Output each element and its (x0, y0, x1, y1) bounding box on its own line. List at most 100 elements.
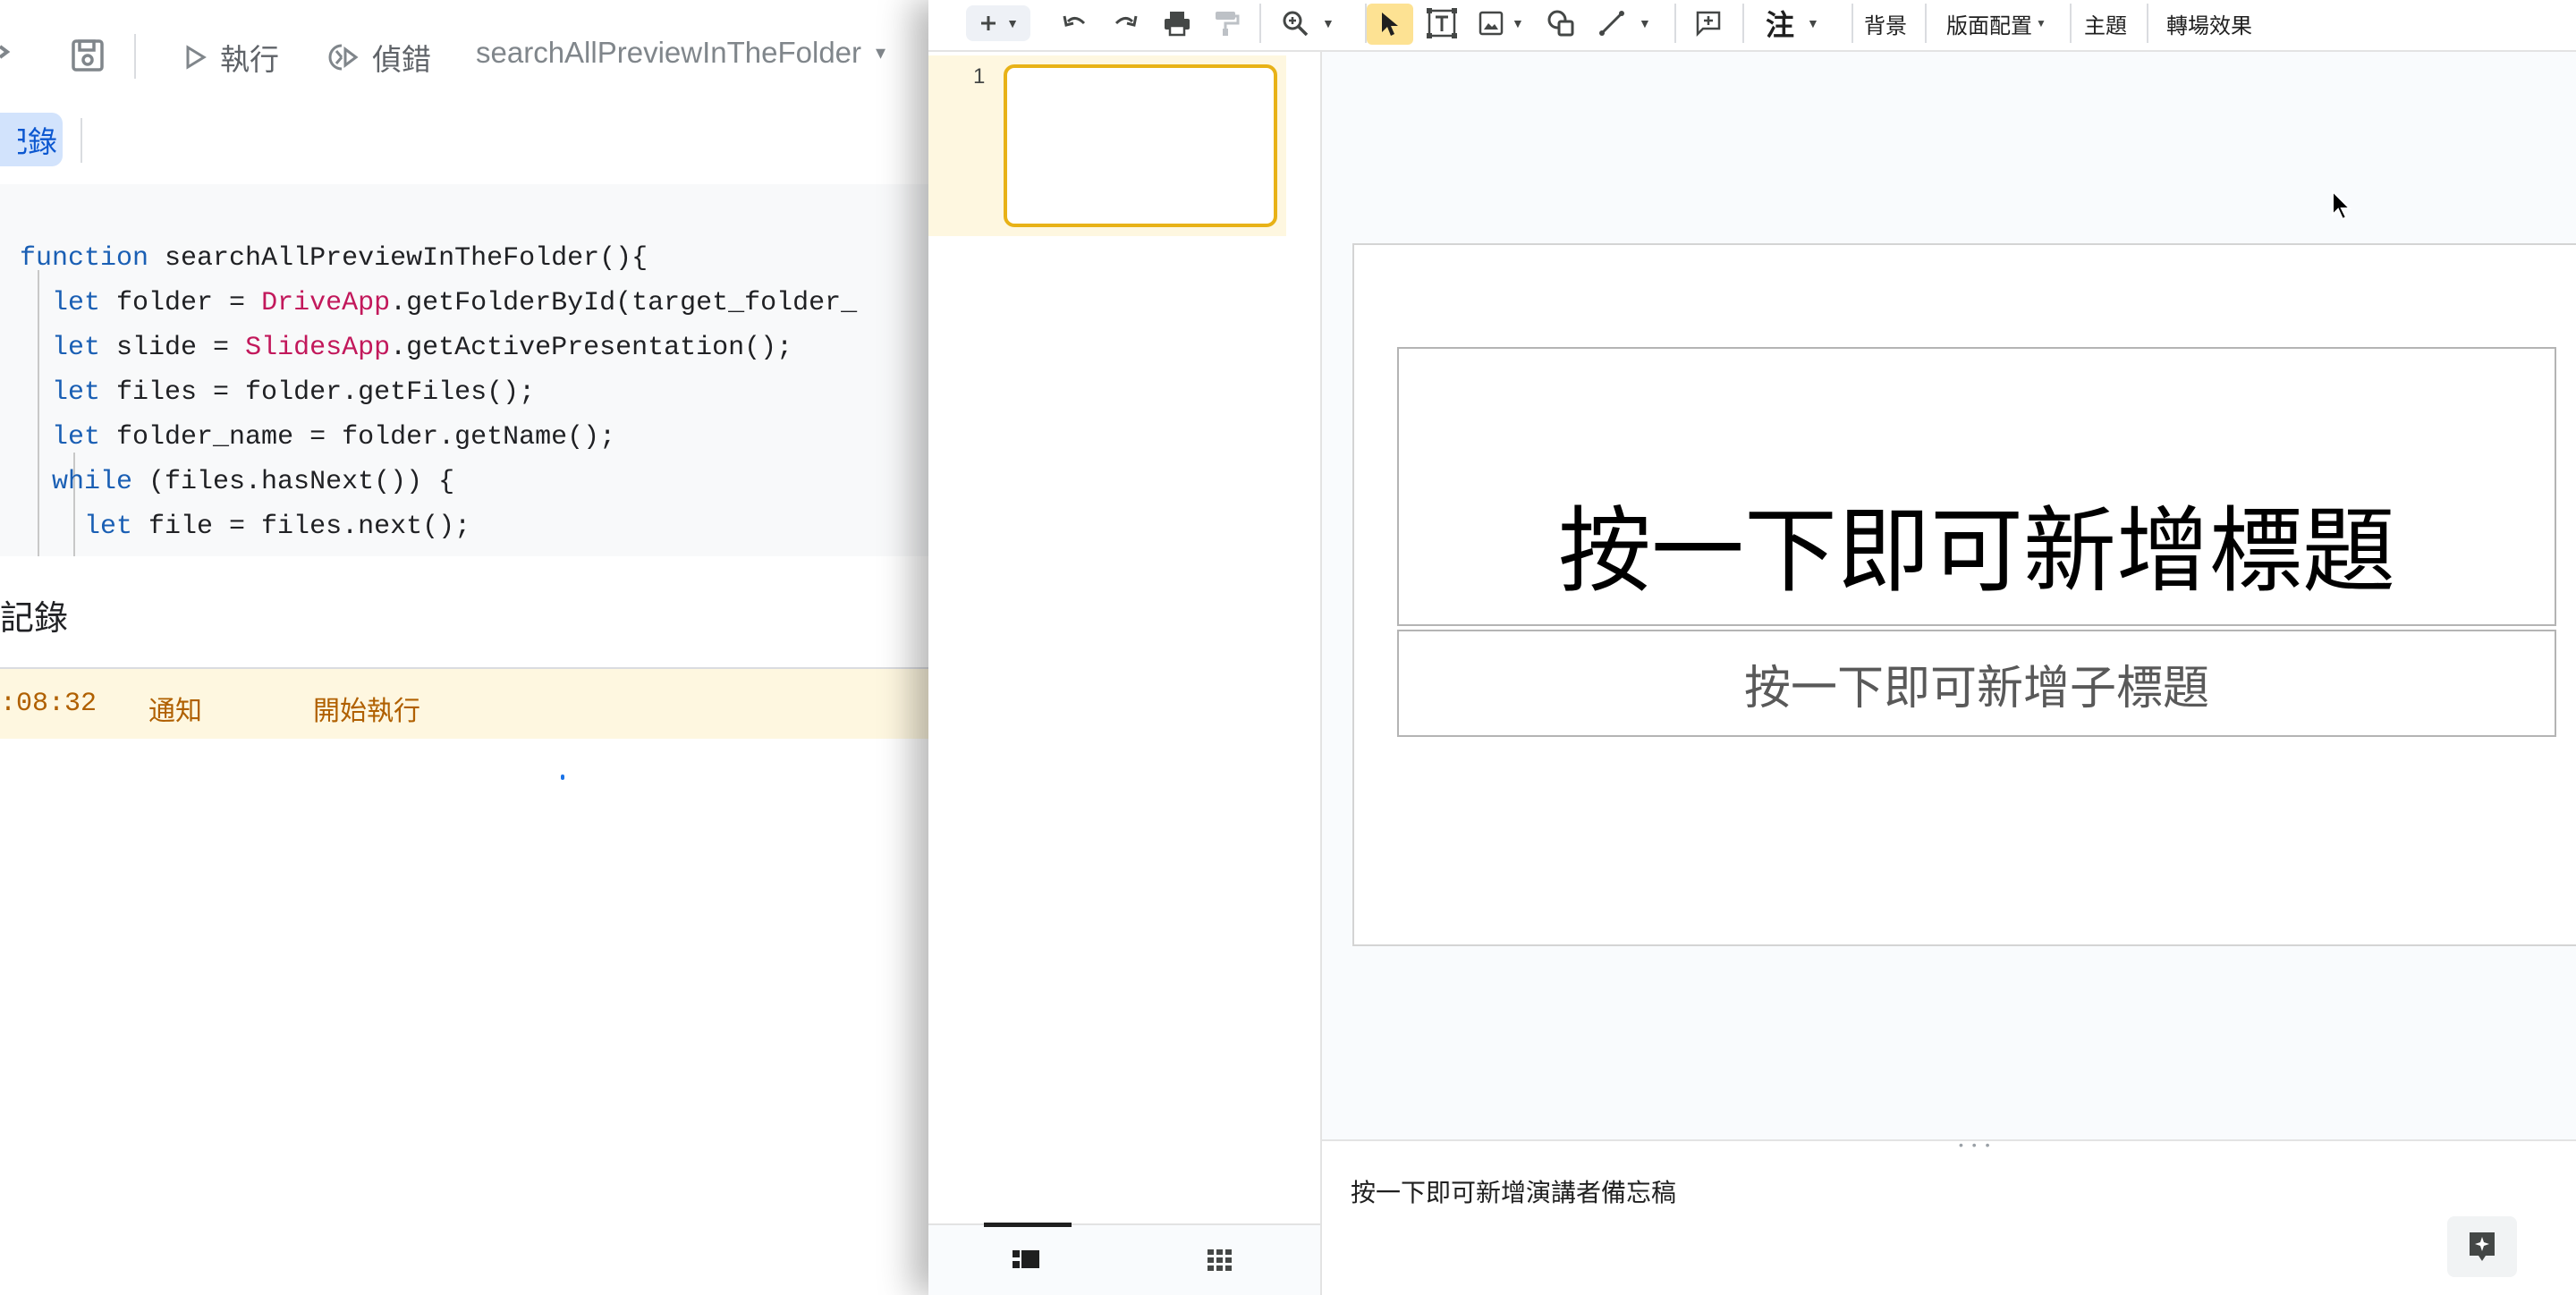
input-tools-label: 注 (1766, 9, 1795, 41)
notes-resize-handle[interactable]: • • • (1959, 1138, 2005, 1152)
print-icon (1165, 12, 1190, 37)
layout-button[interactable]: 版面配置 ▼ (1946, 5, 2046, 41)
apps-script-editor: 執行 偵錯 searchAllPreviewInTheFolder ▾ 記錄 f… (0, 0, 930, 1295)
run-label: 執行 (220, 43, 279, 76)
insert-image-tool[interactable]: ▼ (1478, 5, 1524, 41)
log-level: 通知 (148, 697, 202, 726)
code-line: while (files.hasNext()) { (52, 467, 455, 497)
slide-thumbnail[interactable] (1004, 64, 1277, 227)
select-tool[interactable] (1367, 4, 1413, 45)
execution-bar (0, 111, 930, 186)
redo-icon[interactable] (0, 39, 11, 66)
code-line: function searchAllPreviewInTheFolder(){ (20, 243, 648, 274)
function-select-value: searchAllPreviewInTheFolder (476, 36, 862, 69)
chevron-down-icon: ▼ (1512, 16, 1524, 30)
chevron-down-icon: ▼ (1639, 16, 1651, 30)
slide-filmstrip: 1 (928, 52, 1322, 1223)
code-line: let files = folder.getFiles(); (52, 377, 536, 408)
assistant-button[interactable] (2447, 1216, 2517, 1277)
shape-tool[interactable] (1546, 5, 1576, 41)
slide-canvas[interactable]: 按一下即可新增標題 按一下即可新增子標題 (1352, 243, 2576, 946)
view-tabs (928, 1223, 1322, 1295)
debug-label: 偵錯 (372, 43, 431, 76)
slides-toolbar: ▼ ▼ ▼ ▼ 注 ▼ 背景 版面配置 ▼ 主題 轉場效果 (928, 0, 2576, 52)
undo-button[interactable] (1061, 5, 1089, 41)
undo-icon (1063, 15, 1086, 27)
filmstrip-view-button[interactable] (1013, 1248, 1039, 1276)
theme-label: 主題 (2084, 13, 2127, 38)
toolbar-divider (80, 118, 82, 163)
add-comment-button[interactable] (1694, 5, 1723, 41)
code-line: let folder_name = folder.getName(); (52, 422, 616, 453)
grid-view-button[interactable] (1208, 1248, 1233, 1276)
editor-toolbar: 執行 偵錯 searchAllPreviewInTheFolder ▾ (0, 0, 930, 111)
paint-format-icon (1216, 12, 1240, 36)
input-tools-button[interactable]: 注 ▼ (1766, 5, 1819, 41)
zoom-button[interactable]: ▼ (1281, 5, 1335, 41)
execution-log-title: 記錄 (0, 590, 68, 639)
log-entry: :08:32 通知 開始執行 (0, 669, 930, 739)
text-box-icon (1427, 8, 1457, 38)
transition-label: 轉場效果 (2166, 13, 2252, 38)
layout-label: 版面配置 (1946, 13, 2032, 38)
chevron-down-icon: ▼ (2036, 17, 2046, 30)
list-view-icon (1013, 1250, 1039, 1268)
line-icon (1599, 11, 1624, 36)
chevron-down-icon: ▼ (1322, 16, 1335, 30)
toolbar-divider (1674, 4, 1676, 43)
print-button[interactable] (1163, 5, 1191, 41)
code-line: let file = files.next(); (84, 512, 471, 542)
mouse-cursor-icon (2332, 190, 2352, 221)
debug-button[interactable]: 偵錯 (327, 36, 431, 79)
execution-log-button[interactable]: 記錄 (0, 113, 63, 166)
execution-log-label: 記錄 (18, 125, 57, 158)
code-line: let folder = DriveApp.getFolderById(targ… (52, 288, 858, 318)
log-message: 開始執行 (313, 697, 420, 726)
toolbar-divider (1742, 4, 1744, 43)
toolbar-divider (1852, 4, 1853, 43)
comment-add-icon (1696, 11, 1721, 38)
transition-button[interactable]: 轉場效果 (2166, 5, 2252, 41)
chevron-down-icon: ▾ (876, 41, 886, 63)
active-tab-indicator (984, 1223, 1072, 1227)
toolbar-divider (134, 34, 136, 79)
log-title-text: 記錄 (0, 600, 69, 638)
toolbar-divider (1925, 4, 1927, 43)
code-line: let slide = SlidesApp.getActivePresentat… (52, 333, 793, 363)
line-tool[interactable]: ▼ (1597, 5, 1651, 41)
debug-icon (328, 44, 359, 71)
grid-view-icon (1208, 1249, 1232, 1271)
background-button[interactable]: 背景 (1864, 5, 1907, 41)
paint-format-button[interactable] (1213, 5, 1240, 41)
sparkle-icon (2470, 1232, 2495, 1261)
plus-icon (981, 16, 996, 30)
toolbar-divider (2070, 4, 2072, 43)
toolbar-divider (1259, 4, 1261, 43)
background-label: 背景 (1864, 13, 1907, 38)
play-icon (186, 45, 207, 70)
theme-button[interactable]: 主題 (2084, 5, 2127, 41)
slides-window: ▼ ▼ ▼ ▼ 注 ▼ 背景 版面配置 ▼ 主題 轉場效果 1 按一下即可新增標… (928, 0, 2576, 1295)
chevron-down-icon: ▼ (1006, 16, 1019, 30)
toolbar-divider (2147, 4, 2148, 43)
redo-icon (1114, 15, 1138, 27)
save-icon[interactable] (70, 38, 106, 73)
log-timestamp: :08:32 (0, 689, 97, 719)
text-box-tool[interactable] (1426, 5, 1458, 41)
cursor-arrow-icon (1382, 13, 1398, 36)
slide-number: 1 (973, 64, 986, 89)
image-icon (1479, 11, 1504, 36)
loading-indicator (561, 774, 564, 780)
shape-icon (1547, 10, 1574, 37)
execution-log-header (0, 556, 930, 669)
title-placeholder[interactable]: 按一下即可新增標題 (1397, 347, 2556, 626)
speaker-notes-panel[interactable]: 按一下即可新增演講者備忘稿 (1322, 1139, 2576, 1295)
code-editor[interactable]: function searchAllPreviewInTheFolder(){ … (0, 184, 930, 556)
redo-button[interactable] (1111, 5, 1140, 41)
new-slide-button[interactable]: ▼ (966, 5, 1030, 41)
subtitle-placeholder[interactable]: 按一下即可新增子標題 (1397, 630, 2556, 737)
speaker-notes-placeholder[interactable]: 按一下即可新增演講者備忘稿 (1351, 1173, 1676, 1209)
chevron-down-icon: ▼ (1807, 16, 1819, 30)
function-select[interactable]: searchAllPreviewInTheFolder ▾ (476, 36, 886, 70)
run-button[interactable]: 執行 (181, 36, 279, 79)
